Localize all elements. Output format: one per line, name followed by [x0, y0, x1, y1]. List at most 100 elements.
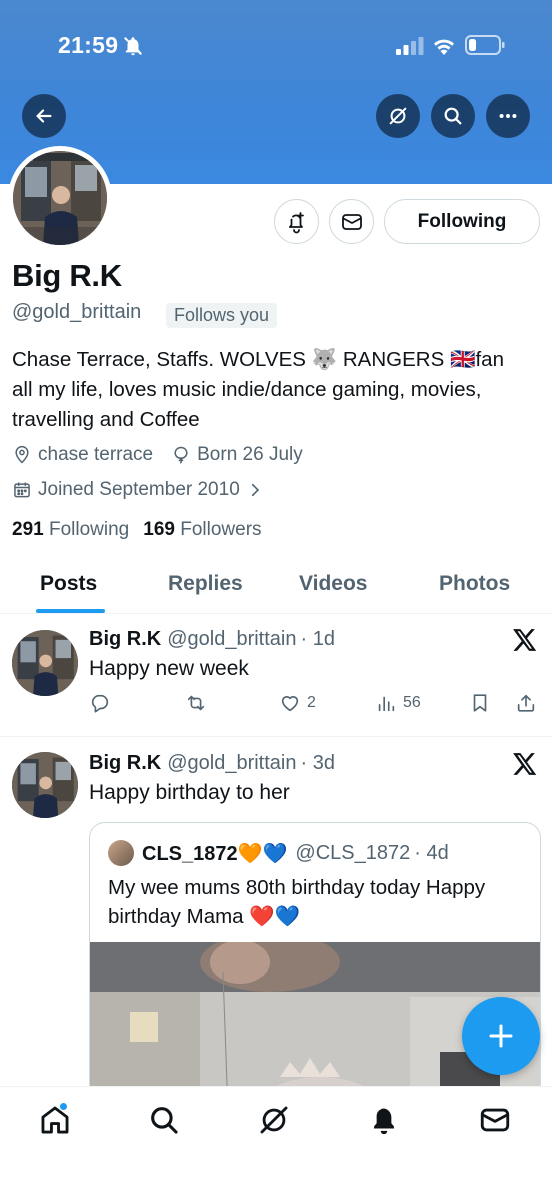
- battery-icon: [465, 35, 505, 55]
- plus-icon: [489, 1024, 513, 1048]
- more-options-button[interactable]: [486, 94, 530, 138]
- like-count: 2: [307, 694, 316, 711]
- tweet-avatar[interactable]: [12, 752, 78, 818]
- tweet-author-name[interactable]: Big R.K: [89, 628, 161, 651]
- bookmark-icon: [473, 694, 487, 712]
- birthday-icon: [174, 446, 188, 464]
- tweet-actions: 2 56: [89, 692, 541, 720]
- tab-posts[interactable]: Posts: [40, 572, 97, 596]
- tweet-avatar[interactable]: [12, 630, 78, 696]
- bio-line: Chase Terrace, Staffs. WOLVES 🐺 RANGERS …: [12, 348, 504, 371]
- tweet-author-name[interactable]: Big R.K: [89, 752, 161, 775]
- grok-icon: [260, 1106, 288, 1134]
- grok-icon: [389, 107, 407, 125]
- silent-mode-icon: [124, 37, 142, 56]
- bio-line: travelling and Coffee: [12, 408, 200, 431]
- notifications-toggle-button[interactable]: [274, 199, 319, 244]
- tweet-header: Big R.K @gold_brittain · 3d: [89, 752, 335, 775]
- like-icon: [281, 696, 299, 712]
- tweet-text: Happy birthday to her: [89, 781, 290, 804]
- share-button[interactable]: [515, 692, 537, 714]
- following-count-link[interactable]: 291 Following: [12, 519, 129, 541]
- following-button-label: Following: [417, 210, 507, 232]
- compose-post-button[interactable]: [462, 997, 540, 1075]
- active-tab-indicator: [36, 609, 105, 613]
- grok-button[interactable]: [376, 94, 420, 138]
- views-button[interactable]: 56: [375, 692, 421, 714]
- repost-icon: [187, 695, 205, 711]
- bell-icon: [374, 1108, 394, 1135]
- avatar-photo: [12, 630, 78, 696]
- quoted-author-name: CLS_1872🧡💙: [142, 842, 288, 865]
- nav-search[interactable]: [147, 1103, 181, 1137]
- tab-videos[interactable]: Videos: [299, 572, 367, 596]
- bio-line: all my life, loves music indie/dance gam…: [12, 378, 482, 401]
- follow-counts: 291 Following 169 Followers: [12, 519, 262, 541]
- quoted-text-line: My wee mums 80th birthday today Happy: [108, 876, 486, 899]
- quoted-tweet-card[interactable]: CLS_1872🧡💙 @CLS_1872 · 4d My wee mums 80…: [89, 822, 541, 1112]
- joined-row: Joined September 2010: [12, 479, 270, 501]
- profile-avatar-image: [13, 151, 107, 245]
- back-button[interactable]: [22, 94, 66, 138]
- tweet-time: · 3d: [300, 752, 335, 774]
- view-count: 56: [403, 694, 421, 711]
- profile-birthday: Born 26 July: [197, 444, 303, 465]
- share-icon: [517, 694, 535, 712]
- search-icon: [444, 107, 462, 125]
- like-button[interactable]: 2: [279, 692, 316, 714]
- repost-button[interactable]: [185, 692, 207, 714]
- quoted-tweet-header: CLS_1872🧡💙 @CLS_1872 · 4d: [108, 840, 449, 866]
- nav-grok[interactable]: [257, 1103, 291, 1137]
- x-logo-icon: [513, 753, 537, 775]
- mail-icon: [480, 1108, 510, 1132]
- views-icon: [378, 696, 395, 712]
- bottom-navigation: [0, 1086, 552, 1200]
- tweet-author-handle[interactable]: @gold_brittain: [167, 628, 296, 651]
- quoted-author-avatar: [108, 840, 134, 866]
- location-icon: [15, 445, 29, 464]
- avatar-photo: [13, 151, 107, 245]
- profile-handle: @gold_brittain: [12, 301, 142, 323]
- tab-replies[interactable]: Replies: [168, 572, 243, 596]
- notification-add-icon: [288, 211, 304, 233]
- tweet-time: · 1d: [300, 628, 335, 650]
- profile-meta-row: chase terrace Born 26 July: [12, 444, 303, 466]
- tweet-author-handle[interactable]: @gold_brittain: [167, 752, 296, 775]
- profile-name: Big R.K: [12, 258, 122, 293]
- home-unread-dot: [59, 1102, 68, 1111]
- x-logo-icon: [513, 629, 537, 651]
- profile-joined: Joined September 2010: [38, 479, 240, 500]
- profile-tabs: Posts Replies Videos Photos: [0, 560, 552, 614]
- nav-notifications[interactable]: [367, 1103, 401, 1137]
- calendar-icon: [14, 482, 30, 498]
- following-button[interactable]: Following: [384, 199, 540, 244]
- bookmark-button[interactable]: [469, 692, 491, 714]
- followers-count-link[interactable]: 169 Followers: [143, 519, 261, 541]
- profile-avatar[interactable]: [8, 146, 112, 250]
- quoted-tweet-time: · 4d: [414, 841, 449, 864]
- message-button[interactable]: [329, 199, 374, 244]
- tweet-text: Happy new week: [89, 657, 249, 680]
- message-icon: [341, 213, 362, 230]
- reply-button[interactable]: [89, 692, 111, 714]
- status-time: 21:59: [58, 32, 119, 58]
- follows-you-badge: Follows you: [166, 303, 278, 328]
- nav-messages[interactable]: [478, 1103, 512, 1137]
- chevron-right-icon[interactable]: [246, 481, 264, 499]
- avatar-photo: [12, 752, 78, 818]
- following-count: 291: [12, 519, 44, 540]
- signal-icon: [396, 37, 424, 55]
- quoted-author-handle: @CLS_1872: [295, 841, 411, 864]
- status-bar: 21:59: [0, 0, 552, 90]
- back-arrow-icon: [36, 109, 52, 123]
- profile-bio: Chase Terrace, Staffs. WOLVES 🐺 RANGERS …: [12, 345, 542, 435]
- profile-location: chase terrace: [38, 444, 154, 465]
- followers-label: Followers: [180, 519, 262, 540]
- tweet-header: Big R.K @gold_brittain · 1d: [89, 628, 335, 651]
- quoted-tweet-text: My wee mums 80th birthday today Happy bi…: [108, 873, 528, 931]
- followers-count: 169: [143, 519, 175, 540]
- search-button[interactable]: [431, 94, 475, 138]
- search-icon: [151, 1107, 178, 1134]
- tab-photos[interactable]: Photos: [439, 572, 510, 596]
- following-label: Following: [48, 519, 130, 540]
